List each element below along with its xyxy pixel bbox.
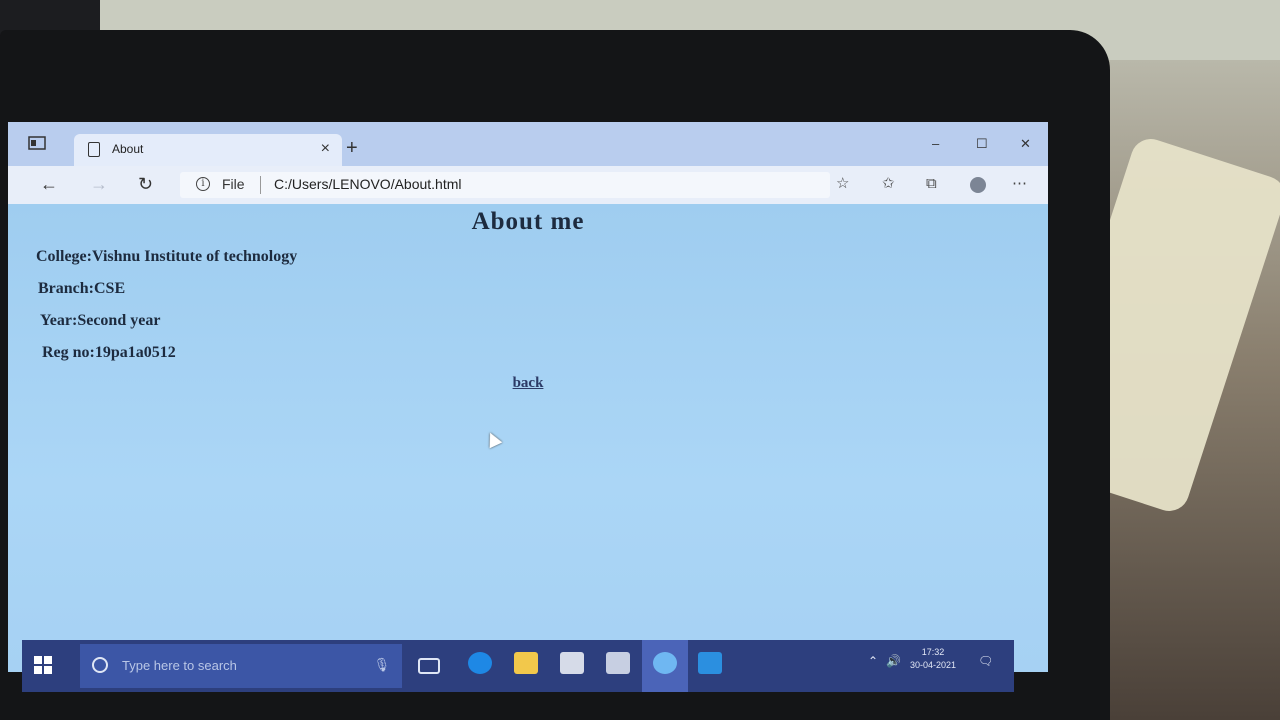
college-field: College:Vishnu Institute of technology (36, 248, 298, 265)
laptop-screen: About × + – ☐ ✕ ← → ↻ i File C:/Users/LE… (8, 122, 1048, 672)
notifications-icon[interactable]: 🗨 (978, 654, 993, 668)
search-placeholder: Type here to search (122, 658, 237, 673)
file-explorer-icon[interactable] (514, 652, 538, 674)
profile-icon[interactable] (970, 177, 986, 193)
new-tab-button[interactable]: + (346, 138, 358, 158)
mouse-cursor-icon (483, 429, 503, 449)
taskbar-search[interactable]: Type here to search 🎙 (80, 644, 402, 688)
clock-time: 17:32 (921, 647, 945, 657)
close-window-button[interactable]: ✕ (1020, 136, 1031, 152)
more-icon[interactable]: ⋯ (1012, 176, 1027, 192)
tab-about[interactable]: About × (74, 134, 342, 166)
year-field: Year:Second year (40, 312, 161, 329)
start-button[interactable] (34, 656, 52, 674)
refresh-button[interactable]: ↻ (138, 174, 153, 194)
tab-close-icon[interactable]: × (321, 140, 330, 158)
add-favorite-icon[interactable]: ☆ (836, 176, 849, 192)
browser-tab-bar: About × + – ☐ ✕ (8, 122, 1048, 166)
maximize-button[interactable]: ☐ (976, 136, 988, 152)
system-clock[interactable]: 17:32 30-04-2021 (910, 646, 956, 672)
edge-beta-icon[interactable] (653, 652, 677, 674)
url-scheme-label: File (222, 176, 245, 192)
browser-address-bar: ← → ↻ i File C:/Users/LENOVO/About.html … (8, 166, 1048, 204)
show-hidden-icons-icon[interactable]: ⌃ (868, 654, 878, 668)
volume-icon[interactable]: 🔊 (886, 654, 901, 668)
store-icon[interactable] (606, 652, 630, 674)
url-separator (260, 176, 261, 194)
branch-field: Branch:CSE (38, 280, 126, 297)
task-view-icon[interactable] (418, 658, 440, 674)
tab-actions-icon[interactable] (28, 136, 58, 160)
page-title: About me (471, 208, 585, 235)
url-text[interactable]: C:/Users/LENOVO/About.html (274, 176, 462, 192)
back-link[interactable]: back (513, 375, 544, 391)
collections-icon[interactable]: ⧉ (926, 176, 937, 192)
url-field[interactable]: i File C:/Users/LENOVO/About.html (180, 172, 830, 198)
page-content: About me College:Vishnu Institute of tec… (8, 204, 1048, 672)
windows-taskbar: Type here to search 🎙 ⌃ 🔊 17:32 30-04-20… (22, 640, 1014, 692)
tab-title: About (112, 142, 144, 156)
edge-icon[interactable] (468, 652, 492, 674)
back-button[interactable]: ← (40, 174, 58, 194)
microphone-icon[interactable]: 🎙 (373, 657, 390, 673)
cortana-icon (92, 657, 108, 673)
reg-no-field: Reg no:19pa1a0512 (42, 344, 176, 361)
page-icon (88, 142, 100, 157)
forward-button[interactable]: → (90, 174, 108, 194)
info-icon[interactable]: i (196, 177, 210, 191)
mail-icon[interactable] (560, 652, 584, 674)
clock-date: 30-04-2021 (910, 660, 957, 670)
minimize-button[interactable]: – (932, 136, 939, 151)
favorites-icon[interactable]: ✩ (882, 176, 895, 192)
back-link-row: back (8, 374, 1048, 392)
vscode-icon[interactable] (698, 652, 722, 674)
